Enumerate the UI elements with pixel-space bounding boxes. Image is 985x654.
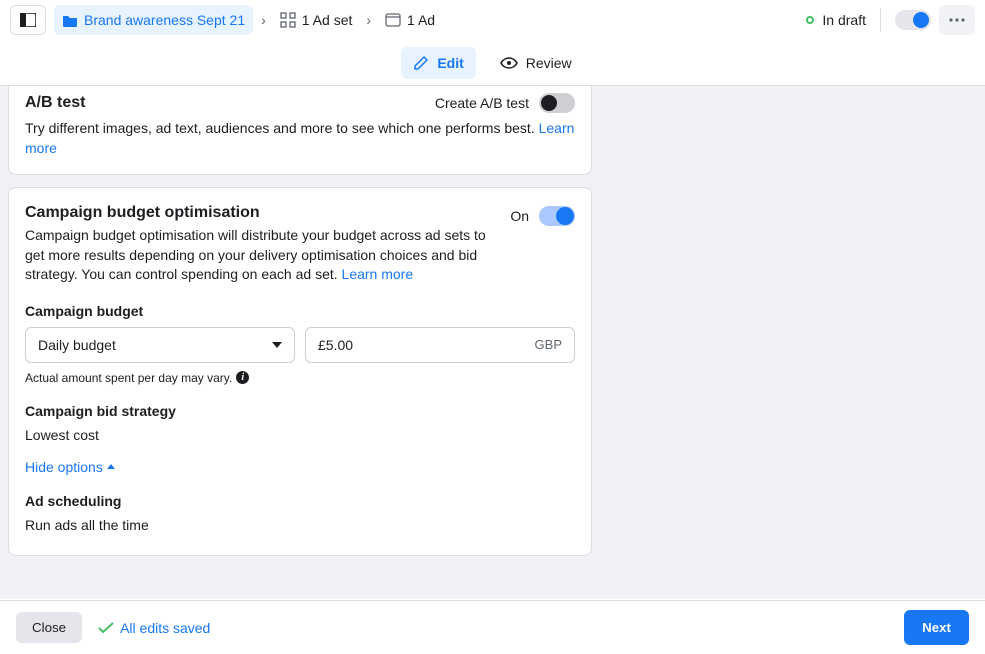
top-bar: Brand awareness Sept 21 › 1 Ad set › 1 A… xyxy=(0,0,985,40)
cbo-title: Campaign budget optimisation xyxy=(25,204,494,222)
cbo-on-label: On xyxy=(510,208,529,224)
breadcrumb-ad[interactable]: 1 Ad xyxy=(379,8,441,32)
ab-test-desc: Try different images, ad text, audiences… xyxy=(25,119,575,158)
separator xyxy=(880,8,881,32)
more-menu-button[interactable] xyxy=(939,5,975,35)
saved-label: All edits saved xyxy=(120,620,210,636)
toggle-panel-button[interactable] xyxy=(10,5,46,35)
main-scroll-area[interactable]: A/B test Create A/B test Try different i… xyxy=(0,86,985,599)
caret-down-icon xyxy=(272,342,282,348)
budget-type-select[interactable]: Daily budget xyxy=(25,327,295,363)
breadcrumb-adset-label: 1 Ad set xyxy=(302,12,353,28)
chevron-right-icon: › xyxy=(366,12,371,28)
ad-scheduling-value: Run ads all the time xyxy=(25,517,575,533)
budget-amount-value: £5.00 xyxy=(318,337,353,353)
check-icon xyxy=(98,622,114,634)
ad-scheduling-label: Ad scheduling xyxy=(25,493,575,509)
tabs-row: Edit Review xyxy=(0,40,985,86)
close-button[interactable]: Close xyxy=(16,612,82,643)
adset-icon xyxy=(280,12,296,28)
caret-up-icon xyxy=(107,464,115,469)
breadcrumb-campaign[interactable]: Brand awareness Sept 21 xyxy=(54,5,253,35)
pencil-icon xyxy=(413,55,429,71)
bottom-bar: Close All edits saved Next xyxy=(0,600,985,654)
ab-test-card: A/B test Create A/B test Try different i… xyxy=(8,86,592,175)
breadcrumb-campaign-label: Brand awareness Sept 21 xyxy=(84,12,245,28)
saved-status: All edits saved xyxy=(98,620,210,636)
cbo-toggle[interactable] xyxy=(539,206,575,226)
cbo-desc: Campaign budget optimisation will distri… xyxy=(25,226,494,285)
eye-icon xyxy=(500,57,518,69)
tab-review[interactable]: Review xyxy=(488,47,584,79)
budget-type-value: Daily budget xyxy=(38,337,116,353)
tab-review-label: Review xyxy=(526,55,572,71)
next-button[interactable]: Next xyxy=(904,610,969,645)
ab-test-toggle[interactable] xyxy=(539,93,575,113)
breadcrumb-adset[interactable]: 1 Ad set xyxy=(274,8,359,32)
status-dot-icon xyxy=(806,16,814,24)
campaign-budget-label: Campaign budget xyxy=(25,303,575,319)
info-icon[interactable]: i xyxy=(236,371,249,384)
bid-strategy-value: Lowest cost xyxy=(25,427,575,443)
tab-edit-label: Edit xyxy=(437,55,463,71)
budget-currency: GBP xyxy=(535,337,562,352)
panel-icon xyxy=(20,13,36,27)
tab-edit[interactable]: Edit xyxy=(401,47,475,79)
budget-amount-input[interactable]: £5.00 GBP xyxy=(305,327,575,363)
bid-strategy-label: Campaign bid strategy xyxy=(25,403,575,419)
ad-icon xyxy=(385,13,401,27)
ab-toggle-label: Create A/B test xyxy=(435,95,529,111)
chevron-right-icon: › xyxy=(261,12,266,28)
cbo-learn-more-link[interactable]: Learn more xyxy=(342,266,414,282)
folder-icon xyxy=(62,13,78,27)
hide-options-link[interactable]: Hide options xyxy=(25,459,115,475)
draft-status: In draft xyxy=(806,12,866,28)
budget-hint: Actual amount spent per day may vary. i xyxy=(25,371,575,385)
ab-test-title: A/B test xyxy=(25,94,85,112)
ellipsis-icon xyxy=(949,18,965,22)
top-toggle[interactable] xyxy=(895,10,931,30)
draft-status-label: In draft xyxy=(822,12,866,28)
cbo-card: Campaign budget optimisation Campaign bu… xyxy=(8,187,592,556)
breadcrumb-ad-label: 1 Ad xyxy=(407,12,435,28)
